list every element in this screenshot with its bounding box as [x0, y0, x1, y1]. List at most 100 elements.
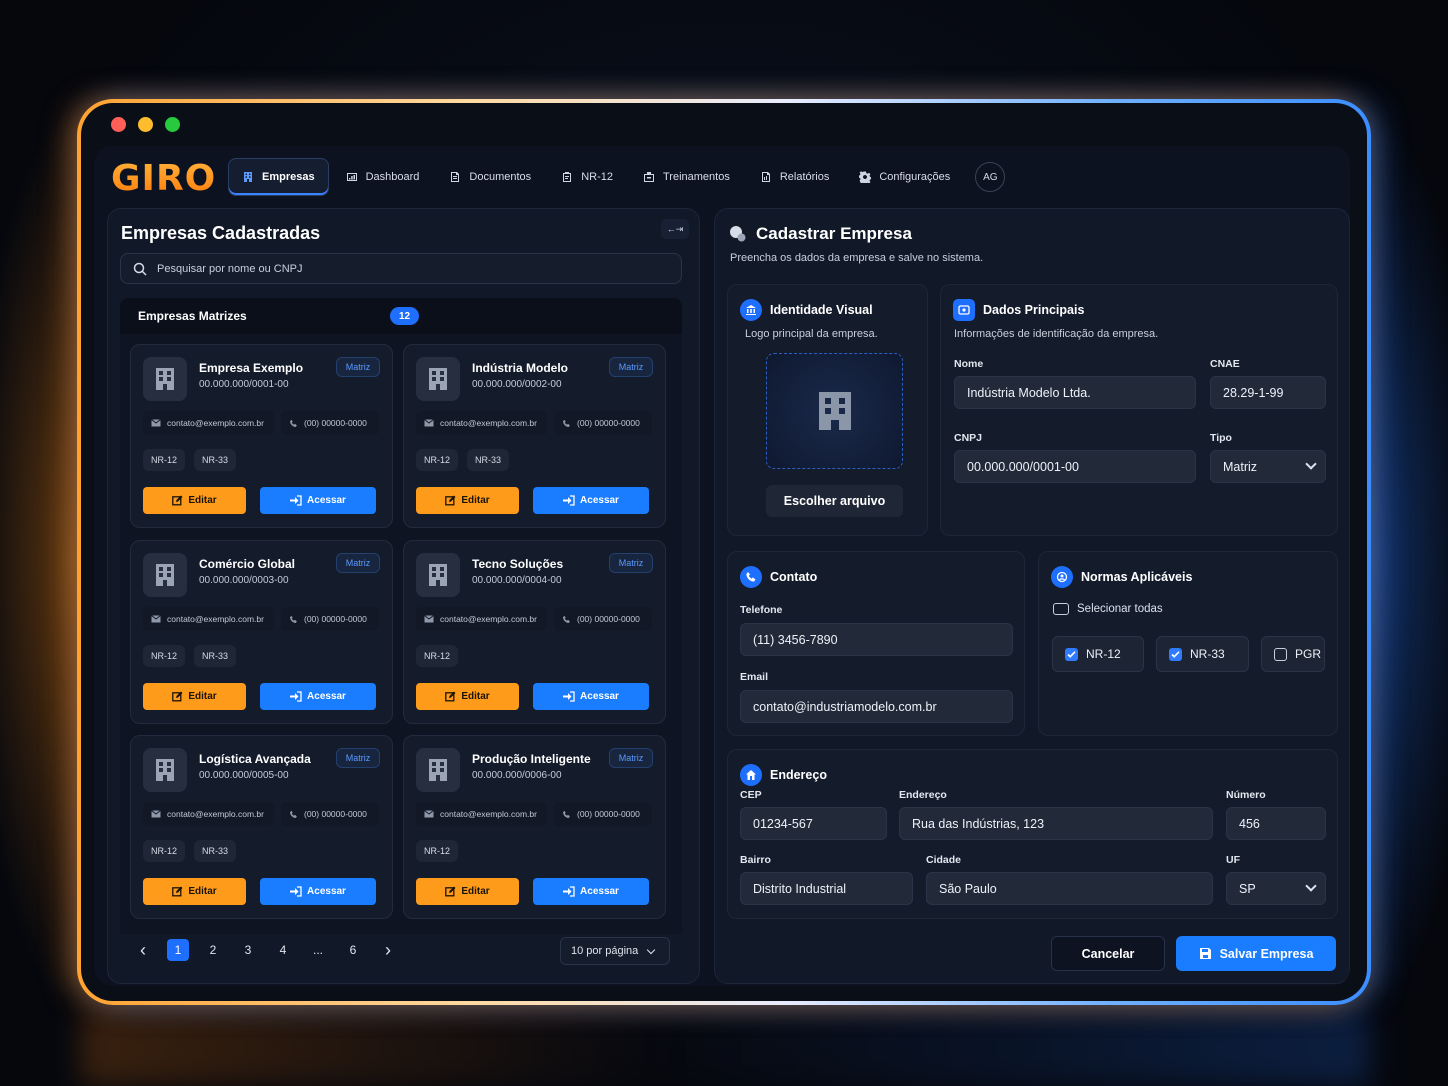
- tab-documentos[interactable]: Documentos: [436, 158, 544, 196]
- tab-dashboard[interactable]: Dashboard: [333, 158, 433, 196]
- email-text: contato@exemplo.com.br: [167, 418, 264, 428]
- tipo-select[interactable]: Matriz: [1210, 450, 1326, 483]
- logo-dropzone[interactable]: [766, 353, 903, 469]
- phone-icon: [290, 615, 297, 623]
- access-button[interactable]: Acessar: [533, 683, 649, 710]
- district-label: Bairro: [740, 854, 771, 866]
- prev-page-button[interactable]: ‹: [132, 939, 154, 961]
- cep-field[interactable]: 01234-567: [740, 807, 887, 840]
- collapse-button[interactable]: ←⇥: [661, 219, 689, 239]
- building-icon: [143, 553, 187, 597]
- minimize-dot[interactable]: [138, 117, 153, 132]
- edit-button[interactable]: Editar: [416, 683, 519, 710]
- select-all-toggle[interactable]: Selecionar todas: [1053, 603, 1163, 615]
- page-1[interactable]: 1: [167, 939, 189, 961]
- page-4[interactable]: 4: [272, 939, 294, 961]
- edit-icon: [172, 691, 183, 702]
- tab-treinamentos[interactable]: Treinamentos: [630, 158, 743, 196]
- company-card[interactable]: Comércio Global 00.000.000/0003-00 Matriz c…: [130, 540, 393, 724]
- page-3[interactable]: 3: [237, 939, 259, 961]
- city-field[interactable]: São Paulo: [926, 872, 1213, 905]
- company-card[interactable]: Produção Inteligente 00.000.000/0006-00 Ma…: [403, 735, 666, 919]
- access-button[interactable]: Acessar: [260, 683, 376, 710]
- nome-field[interactable]: Indústria Modelo Ltda.: [954, 376, 1196, 409]
- phone-field[interactable]: (11) 3456-7890: [740, 623, 1013, 656]
- cnpj-label: CNPJ: [954, 432, 983, 444]
- company-card[interactable]: Empresa Exemplo 00.000.000/0001-00 Matriz c…: [130, 344, 393, 528]
- checkbox-checked-icon: [1169, 647, 1182, 661]
- company-name: Indústria Modelo: [472, 361, 568, 375]
- norm-nr33-checkbox[interactable]: NR-33: [1156, 636, 1249, 672]
- edit-button[interactable]: Editar: [143, 683, 246, 710]
- company-card[interactable]: Indústria Modelo 00.000.000/0002-00 Matriz…: [403, 344, 666, 528]
- save-button[interactable]: Salvar Empresa: [1176, 936, 1336, 971]
- avatar[interactable]: AG: [975, 162, 1006, 192]
- edit-button[interactable]: Editar: [416, 878, 519, 905]
- search-input[interactable]: Pesquisar por nome ou CNPJ: [120, 253, 682, 284]
- tab-label: Dashboard: [365, 171, 420, 183]
- street-field[interactable]: Rua das Indústrias, 123: [899, 807, 1213, 840]
- access-button[interactable]: Acessar: [260, 487, 376, 514]
- nr-tag: NR-33: [194, 645, 237, 667]
- edit-label: Editar: [461, 886, 490, 897]
- edit-button[interactable]: Editar: [143, 878, 246, 905]
- phone-icon: [740, 566, 762, 588]
- edit-label: Editar: [461, 495, 490, 506]
- login-icon: [563, 886, 575, 897]
- edit-label: Editar: [188, 495, 217, 506]
- page-6[interactable]: 6: [342, 939, 364, 961]
- nr-tag: NR-33: [467, 449, 510, 471]
- building-icon: [416, 357, 460, 401]
- choose-file-button[interactable]: Escolher arquivo: [766, 485, 903, 517]
- company-name: Tecno Soluções: [472, 557, 564, 571]
- access-label: Acessar: [307, 495, 346, 506]
- company-card[interactable]: Logística Avançada 00.000.000/0005-00 Matr…: [130, 735, 393, 919]
- cnae-field[interactable]: 28.29-1-99: [1210, 376, 1326, 409]
- identity-card: Identidade Visual Logo principal da empr…: [727, 284, 928, 536]
- email-text: contato@exemplo.com.br: [440, 418, 537, 428]
- phone-icon: [290, 419, 297, 427]
- mail-icon: [424, 810, 434, 818]
- norms-header: Normas Aplicáveis: [1051, 566, 1192, 588]
- norm-label: NR-12: [1086, 647, 1121, 661]
- norm-nr12-checkbox[interactable]: NR-12: [1052, 636, 1144, 672]
- access-label: Acessar: [580, 886, 619, 897]
- uf-select[interactable]: SP: [1226, 872, 1326, 905]
- access-button[interactable]: Acessar: [260, 878, 376, 905]
- edit-icon: [445, 495, 456, 506]
- app-window: GIRO Empresas Dashboard Documentos NR-12…: [77, 99, 1371, 1005]
- building-icon: [416, 748, 460, 792]
- building-icon: [818, 392, 851, 430]
- maximize-dot[interactable]: [165, 117, 180, 132]
- number-field[interactable]: 456: [1226, 807, 1326, 840]
- company-name: Logística Avançada: [199, 752, 311, 766]
- page-2[interactable]: 2: [202, 939, 224, 961]
- city-label: Cidade: [926, 854, 962, 866]
- tab-relatorios[interactable]: Relatórios: [747, 158, 843, 196]
- document-icon: [451, 172, 460, 182]
- edit-button[interactable]: Editar: [416, 487, 519, 514]
- edit-icon: [445, 691, 456, 702]
- logo[interactable]: GIRO: [111, 158, 216, 199]
- phone-label: Telefone: [740, 604, 783, 616]
- email-field[interactable]: contato@industriamodelo.com.br: [740, 690, 1013, 723]
- cancel-button[interactable]: Cancelar: [1051, 936, 1165, 971]
- tab-empresas[interactable]: Empresas: [228, 158, 329, 196]
- access-button[interactable]: Acessar: [533, 878, 649, 905]
- district-field[interactable]: Distrito Industrial: [740, 872, 913, 905]
- tab-nr12[interactable]: NR-12: [548, 158, 626, 196]
- edit-icon: [172, 886, 183, 897]
- next-page-button[interactable]: ›: [377, 939, 399, 961]
- phone-icon: [563, 419, 570, 427]
- company-email: contato@exemplo.com.br: [143, 411, 274, 435]
- edit-button[interactable]: Editar: [143, 487, 246, 514]
- norm-pgr-checkbox[interactable]: PGR: [1261, 636, 1325, 672]
- close-dot[interactable]: [111, 117, 126, 132]
- per-page-value: 10 por página: [571, 945, 639, 957]
- mail-icon: [151, 615, 161, 623]
- cnpj-field[interactable]: 00.000.000/0001-00: [954, 450, 1196, 483]
- access-button[interactable]: Acessar: [533, 487, 649, 514]
- tab-configuracoes[interactable]: Configurações: [846, 158, 963, 196]
- per-page-select[interactable]: 10 por página: [560, 937, 670, 965]
- company-card[interactable]: Tecno Soluções 00.000.000/0004-00 Matriz co…: [403, 540, 666, 724]
